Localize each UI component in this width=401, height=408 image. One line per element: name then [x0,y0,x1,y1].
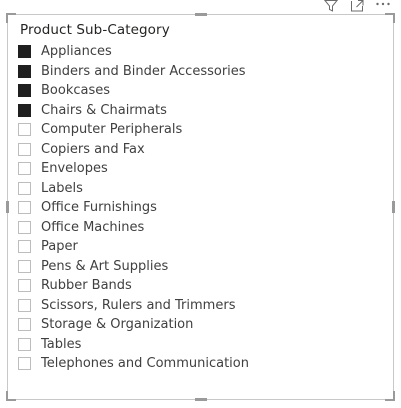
slicer-item-label: Computer Peripherals [41,122,183,138]
slicer-item-label: Scissors, Rulers and Trimmers [41,297,236,313]
checkbox-unchecked[interactable] [18,298,31,312]
checkbox-unchecked[interactable] [18,181,31,195]
slicer-item-label: Binders and Binder Accessories [41,63,246,79]
slicer-item-label: Bookcases [41,83,111,99]
slicer-item-label: Office Machines [41,219,145,235]
slicer-title: Product Sub-Category [20,22,170,38]
slicer-visual[interactable]: Product Sub-Category Appliances Binders a… [6,13,395,401]
slicer-item[interactable]: Envelopes [18,159,249,179]
resize-handle-bottom[interactable] [194,398,207,401]
slicer-item-label: Copiers and Fax [41,141,145,157]
slicer-item[interactable]: Appliances [18,42,249,62]
slicer-item-label: Envelopes [41,161,108,177]
checkbox-checked[interactable] [18,84,31,98]
slicer-item-label: Office Furnishings [41,200,157,216]
focus-mode-icon[interactable] [349,0,365,12]
slicer-item-label: Storage & Organization [41,317,194,333]
slicer-item-label: Tables [41,336,82,352]
checkbox-unchecked[interactable] [18,220,31,234]
slicer-item-list: Appliances Binders and Binder Accessories… [18,42,249,374]
checkbox-unchecked[interactable] [18,357,31,371]
checkbox-unchecked[interactable] [18,337,31,351]
resize-handle-right[interactable] [392,201,395,213]
slicer-item-label: Paper [41,239,78,255]
resize-corner-top-right[interactable] [385,13,395,23]
slicer-item-label: Rubber Bands [41,278,132,294]
resize-corner-top-left[interactable] [6,13,16,23]
slicer-item[interactable]: Tables [18,335,249,355]
checkbox-unchecked[interactable] [18,162,31,176]
resize-handle-left[interactable] [6,201,9,213]
filter-icon[interactable] [323,0,339,12]
slicer-item[interactable]: Paper [18,237,249,257]
slicer-item[interactable]: Office Machines [18,218,249,238]
checkbox-checked[interactable] [18,64,31,78]
checkbox-unchecked[interactable] [18,279,31,293]
report-canvas: Product Sub-Category Appliances Binders a… [0,0,401,408]
slicer-item-label: Appliances [41,44,112,60]
checkbox-unchecked[interactable] [18,318,31,332]
slicer-item-label: Telephones and Communication [41,356,249,372]
slicer-item[interactable]: Office Furnishings [18,198,249,218]
slicer-item[interactable]: Copiers and Fax [18,140,249,160]
slicer-item[interactable]: Storage & Organization [18,315,249,335]
checkbox-checked[interactable] [18,45,31,59]
resize-handle-top[interactable] [194,13,207,16]
slicer-item[interactable]: Binders and Binder Accessories [18,62,249,82]
visual-header-toolbar [323,0,391,12]
checkbox-unchecked[interactable] [18,142,31,156]
slicer-item-label: Pens & Art Supplies [41,258,169,274]
checkbox-unchecked[interactable] [18,123,31,137]
resize-corner-bottom-right[interactable] [385,391,395,401]
slicer-item[interactable]: Rubber Bands [18,276,249,296]
slicer-item[interactable]: Telephones and Communication [18,354,249,374]
slicer-item[interactable]: Labels [18,179,249,199]
more-options-icon[interactable] [375,0,391,12]
slicer-item-label: Chairs & Chairmats [41,102,167,118]
checkbox-checked[interactable] [18,103,31,117]
slicer-item-label: Labels [41,180,83,196]
resize-corner-bottom-left[interactable] [6,391,16,401]
slicer-item[interactable]: Pens & Art Supplies [18,257,249,277]
checkbox-unchecked[interactable] [18,201,31,215]
checkbox-unchecked[interactable] [18,240,31,254]
slicer-item[interactable]: Computer Peripherals [18,120,249,140]
checkbox-unchecked[interactable] [18,259,31,273]
slicer-item[interactable]: Scissors, Rulers and Trimmers [18,296,249,316]
slicer-item[interactable]: Chairs & Chairmats [18,101,249,121]
slicer-item[interactable]: Bookcases [18,81,249,101]
